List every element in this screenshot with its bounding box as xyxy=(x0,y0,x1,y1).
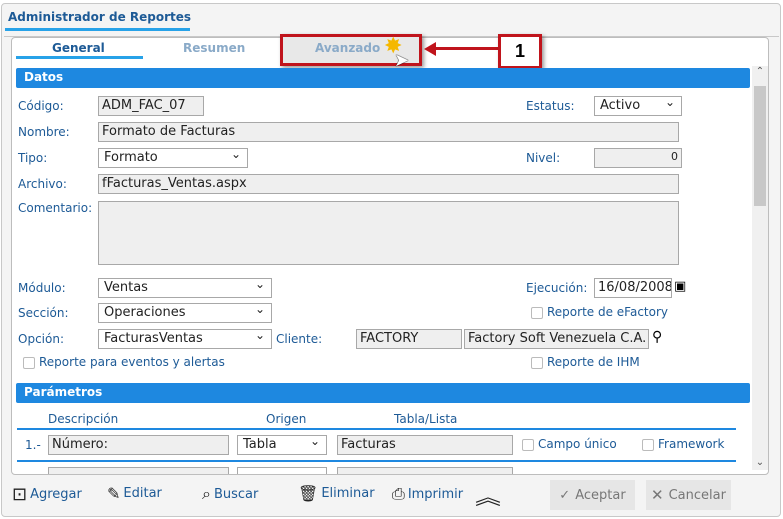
imprimir-label: Imprimir xyxy=(407,486,464,502)
tipo-select[interactable]: Formato xyxy=(98,147,248,168)
codigo-field[interactable]: ADM_FAC_07 xyxy=(98,96,204,116)
scroll-up-icon[interactable]: ⌃ xyxy=(752,66,768,77)
opcion-label: Opción: xyxy=(18,332,64,346)
framework-label: Framework xyxy=(658,437,725,451)
nombre-field[interactable]: Formato de Facturas xyxy=(98,122,679,142)
scroll-thumb[interactable] xyxy=(754,86,766,206)
cancelar-label: Cancelar xyxy=(668,487,726,503)
calendar-icon[interactable]: ▣ xyxy=(674,279,686,294)
callout-arrow xyxy=(432,47,500,50)
tipo-label: Tipo: xyxy=(18,151,48,165)
ihm-checkbox[interactable] xyxy=(531,357,543,369)
close-icon: ✕ xyxy=(651,486,664,504)
agregar-button[interactable]: ⊡ Agregar xyxy=(12,484,82,505)
tab-avanzado[interactable]: Avanzado xyxy=(315,41,380,55)
aceptar-button[interactable]: ✓ Aceptar xyxy=(550,480,635,510)
campo-unico-checkbox[interactable] xyxy=(522,439,534,451)
buscar-label: Buscar xyxy=(213,486,259,502)
window-title: Administrador de Reportes xyxy=(8,10,192,24)
seccion-select[interactable]: Operaciones xyxy=(98,302,272,323)
param-tabla-field[interactable]: Facturas xyxy=(337,435,513,455)
check-icon: ✓ xyxy=(559,487,571,503)
row-divider xyxy=(17,460,736,462)
editar-button[interactable]: ✎ Editar xyxy=(107,484,162,503)
cliente-label: Cliente: xyxy=(276,332,323,346)
next-row-partial xyxy=(237,467,327,474)
search-icon[interactable]: ⚲ xyxy=(652,329,662,345)
row-divider xyxy=(17,428,736,430)
eventos-checkbox[interactable] xyxy=(23,357,35,369)
comentario-label: Comentario: xyxy=(18,201,93,215)
row-index: 1.- xyxy=(25,438,41,452)
scroll-down-icon[interactable]: ⌄ xyxy=(752,457,768,468)
scrollbar[interactable]: ⌃ ⌄ xyxy=(752,66,768,470)
codigo-label: Código: xyxy=(18,99,64,113)
param-descripcion-field[interactable]: Número: xyxy=(48,435,229,455)
callout-number: 1 xyxy=(498,34,542,69)
ejecucion-label: Ejecución: xyxy=(526,281,588,295)
seccion-label: Sección: xyxy=(18,306,69,320)
cliente-name-field[interactable]: Factory Soft Venezuela C.A. xyxy=(464,329,649,349)
eliminar-label: Eliminar xyxy=(321,486,375,501)
aceptar-label: Aceptar xyxy=(575,487,626,503)
col-descripcion: Descripción xyxy=(48,412,119,426)
agregar-label: Agregar xyxy=(30,487,82,502)
editar-label: Editar xyxy=(123,486,162,501)
nombre-label: Nombre: xyxy=(18,125,70,139)
estatus-select[interactable]: Activo xyxy=(594,95,682,116)
section-header-datos: Datos xyxy=(16,68,750,88)
archivo-label: Archivo: xyxy=(18,177,67,191)
tab-resumen[interactable]: Resumen xyxy=(183,41,245,55)
imprimir-button[interactable]: ⎙ Imprimir xyxy=(392,484,463,504)
col-tabla: Tabla/Lista xyxy=(394,412,458,426)
nivel-label: Nivel: xyxy=(526,151,561,165)
active-tab-indicator xyxy=(16,56,143,59)
eliminar-button[interactable]: 🗑 Eliminar xyxy=(298,484,375,503)
comentario-textarea[interactable] xyxy=(98,201,679,265)
collapse-up-icon[interactable]: ︽ xyxy=(475,481,501,510)
tab-general[interactable]: General xyxy=(52,41,105,55)
nivel-field[interactable]: 0 xyxy=(594,148,682,168)
ihm-label: Reporte de IHM xyxy=(547,355,640,369)
next-row-partial xyxy=(337,467,513,474)
search-doc-icon: ⌕ xyxy=(202,484,211,503)
modulo-label: Módulo: xyxy=(18,281,66,295)
efactory-label: Reporte de eFactory xyxy=(547,305,669,319)
efactory-checkbox[interactable] xyxy=(531,307,543,319)
buscar-button[interactable]: ⌕ Buscar xyxy=(202,484,258,504)
trash-icon: 🗑 xyxy=(298,484,319,503)
param-origen-select[interactable]: Tabla xyxy=(237,434,327,455)
eventos-label: Reporte para eventos y alertas xyxy=(39,355,225,369)
framework-checkbox[interactable] xyxy=(642,439,654,451)
section-header-parametros: Parámetros xyxy=(16,383,750,403)
opcion-select[interactable]: FacturasVentas xyxy=(98,328,272,349)
printer-icon: ⎙ xyxy=(392,484,405,503)
cliente-code-field[interactable]: FACTORY xyxy=(356,329,462,349)
campo-unico-label: Campo único xyxy=(538,437,617,451)
cancelar-button[interactable]: ✕ Cancelar xyxy=(646,480,731,510)
modulo-select[interactable]: Ventas xyxy=(98,277,272,298)
next-row-partial xyxy=(48,467,229,474)
col-origen: Origen xyxy=(266,412,307,426)
add-icon: ⊡ xyxy=(12,484,28,505)
archivo-field[interactable]: fFacturas_Ventas.aspx xyxy=(98,174,679,194)
title-underline xyxy=(5,28,190,31)
edit-icon: ✎ xyxy=(107,484,121,503)
ejecucion-field[interactable]: 16/08/2008 xyxy=(594,278,672,298)
estatus-label: Estatus: xyxy=(526,99,575,113)
arrow-head-icon xyxy=(424,42,436,56)
